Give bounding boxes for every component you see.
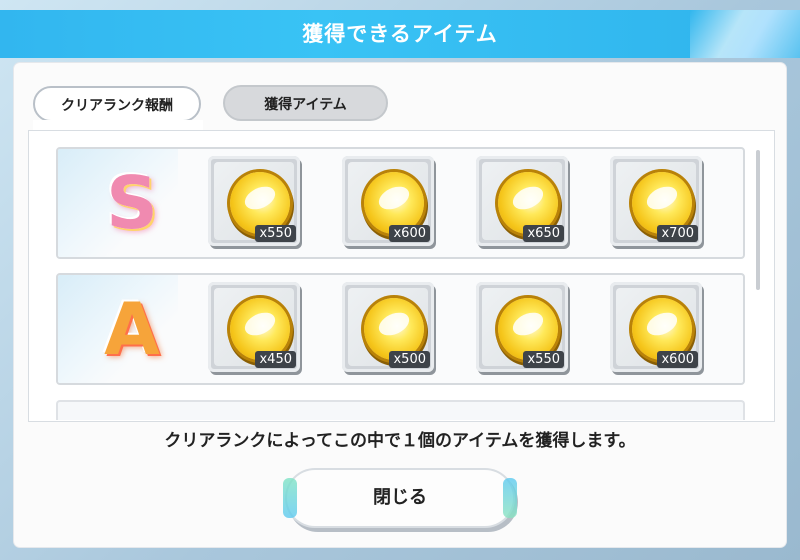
item-quantity: x650	[523, 225, 564, 242]
item-quantity: x550	[523, 351, 564, 368]
item-quantity: x600	[657, 351, 698, 368]
item-quantity: x700	[657, 225, 698, 242]
active-tab-connector	[33, 120, 203, 130]
button-accent-right	[503, 478, 517, 518]
close-button[interactable]: 閉じる	[283, 470, 517, 526]
reward-item[interactable]: x550	[208, 156, 300, 246]
reward-item[interactable]: x550	[476, 282, 568, 372]
item-quantity: x450	[255, 351, 296, 368]
tab-obtainable-items[interactable]: 獲得アイテム	[223, 85, 388, 121]
item-quantity: x600	[389, 225, 430, 242]
dialog-title: 獲得できるアイテム	[302, 22, 498, 46]
close-button-label: 閉じる	[373, 487, 427, 508]
button-accent-left	[283, 478, 297, 518]
rank-row-partial	[56, 400, 745, 420]
tab-clear-rank-rewards[interactable]: クリアランク報酬	[33, 86, 201, 122]
list-scrollbar[interactable]	[756, 150, 760, 290]
reward-item[interactable]: x500	[342, 282, 434, 372]
reward-item[interactable]: x600	[342, 156, 434, 246]
rank-s-badge: S	[106, 161, 158, 245]
rank-a-badge: A	[104, 287, 160, 371]
reward-explanation: クリアランクによってこの中で１個のアイテムを獲得します。	[164, 431, 636, 451]
reward-item[interactable]: x700	[610, 156, 702, 246]
reward-item[interactable]: x600	[610, 282, 702, 372]
reward-item[interactable]: x650	[476, 156, 568, 246]
item-quantity: x550	[255, 225, 296, 242]
rewards-dialog: 獲得できるアイテム クリアランク報酬 獲得アイテム S x550 x600 x6…	[0, 0, 800, 560]
dialog-title-bar: 獲得できるアイテム	[0, 10, 800, 58]
item-quantity: x500	[389, 351, 430, 368]
reward-item[interactable]: x450	[208, 282, 300, 372]
